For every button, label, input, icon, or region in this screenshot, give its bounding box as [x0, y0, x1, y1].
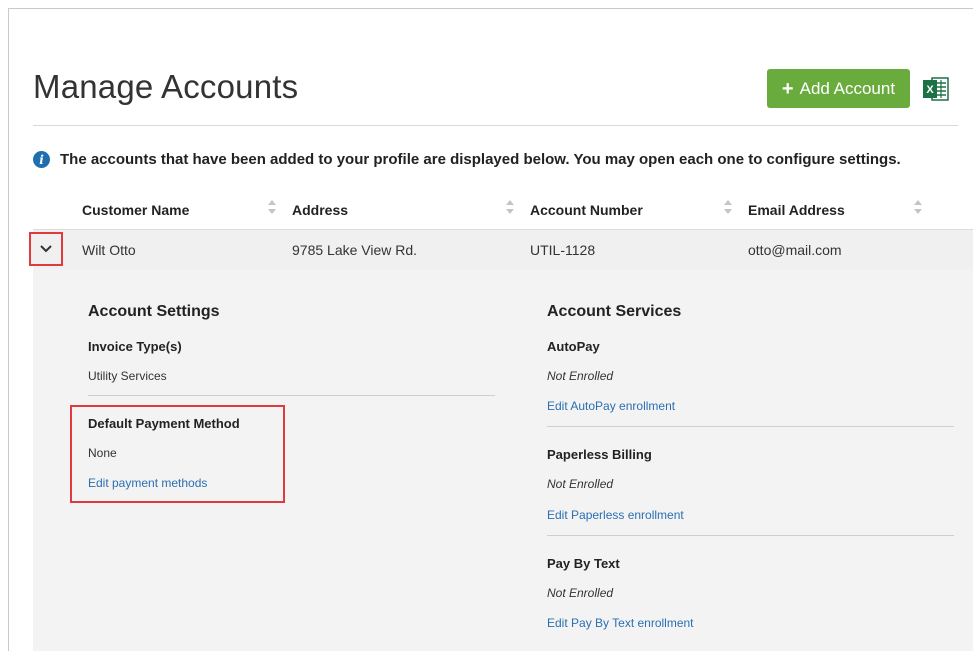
frame-left-border — [8, 8, 9, 651]
add-account-button[interactable]: + Add Account — [767, 69, 910, 108]
sort-icon[interactable] — [267, 197, 277, 217]
sort-icon[interactable] — [505, 197, 515, 217]
sort-icon[interactable] — [913, 197, 923, 217]
excel-icon[interactable]: X — [922, 75, 950, 103]
info-banner: i The accounts that have been added to y… — [33, 151, 901, 168]
cell-email: otto@mail.com — [748, 242, 842, 258]
pay-by-text-label: Pay By Text — [547, 556, 620, 571]
info-icon: i — [33, 151, 50, 168]
edit-pay-by-text-link[interactable]: Edit Pay By Text enrollment — [547, 616, 694, 630]
frame-top-border — [8, 8, 973, 9]
sort-icon[interactable] — [723, 197, 733, 217]
chevron-down-icon — [40, 245, 52, 253]
page-title: Manage Accounts — [33, 68, 299, 105]
pay-by-text-status: Not Enrolled — [547, 586, 614, 600]
svg-text:X: X — [926, 84, 934, 96]
highlight-box — [70, 405, 285, 503]
paperless-billing-label: Paperless Billing — [547, 447, 652, 462]
column-header-email-address[interactable]: Email Address — [748, 202, 845, 218]
plus-icon: + — [781, 77, 794, 100]
expand-row-button[interactable] — [29, 232, 63, 266]
column-header-address[interactable]: Address — [292, 202, 348, 218]
edit-autopay-link[interactable]: Edit AutoPay enrollment — [547, 399, 675, 413]
cell-address: 9785 Lake View Rd. — [292, 242, 418, 258]
cell-account-number: UTIL-1128 — [530, 242, 596, 258]
edit-paperless-link[interactable]: Edit Paperless enrollment — [547, 508, 684, 522]
invoice-types-label: Invoice Type(s) — [88, 339, 182, 354]
info-text: The accounts that have been added to you… — [60, 151, 901, 168]
cell-customer-name: Wilt Otto — [82, 242, 136, 258]
services-divider — [547, 535, 954, 536]
column-header-customer-name[interactable]: Customer Name — [82, 202, 189, 218]
title-divider — [33, 125, 958, 126]
paperless-status: Not Enrolled — [547, 477, 614, 491]
services-divider — [547, 426, 954, 427]
settings-divider — [88, 395, 495, 396]
add-account-label: Add Account — [799, 78, 896, 98]
column-header-account-number[interactable]: Account Number — [530, 202, 643, 218]
autopay-label: AutoPay — [547, 339, 600, 354]
autopay-status: Not Enrolled — [547, 369, 614, 383]
invoice-types-value: Utility Services — [88, 369, 167, 383]
account-settings-heading: Account Settings — [88, 303, 220, 320]
account-services-heading: Account Services — [547, 303, 682, 320]
